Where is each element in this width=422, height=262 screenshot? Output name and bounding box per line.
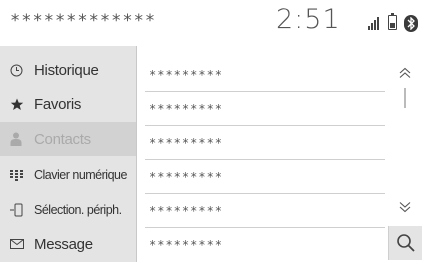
bluetooth-icon [404, 15, 418, 32]
scroll-column [388, 46, 422, 262]
star-icon [10, 98, 30, 111]
double-chevron-up-icon [399, 67, 411, 78]
sidebar-item-label: Favoris [34, 95, 82, 113]
sidebar-item-selection-peripherique[interactable]: Sélection. périph. [0, 193, 137, 227]
search-icon [396, 234, 415, 252]
sidebar-item-label: Message [34, 235, 93, 253]
clock: 2:51 [276, 4, 341, 35]
scrollbar-thumb[interactable] [404, 88, 406, 108]
envelope-icon [10, 239, 30, 249]
sidebar-item-label: Clavier numérique [34, 168, 127, 182]
scroll-down-button[interactable] [392, 194, 418, 220]
sidebar-item-label: Contacts [34, 130, 91, 148]
sidebar-item-historique[interactable]: Historique [0, 53, 137, 87]
sidebar: Historique Favoris Contacts Clavier numé… [0, 46, 137, 262]
sidebar-item-label: Sélection. périph. [34, 203, 122, 217]
status-header: ************* 2:51 [0, 0, 422, 46]
search-button[interactable] [388, 226, 422, 260]
contact-name: ********* [149, 67, 224, 82]
sidebar-item-contacts[interactable]: Contacts [0, 122, 137, 156]
contact-name: ********* [149, 169, 224, 184]
contact-list: ********* ********* ********* ********* … [137, 46, 385, 262]
keypad-icon [10, 169, 30, 181]
sidebar-item-clavier-numerique[interactable]: Clavier numérique [0, 158, 137, 192]
sidebar-item-message[interactable]: Message [0, 227, 137, 261]
scroll-up-button[interactable] [392, 60, 418, 86]
contact-name: ********* [149, 101, 224, 116]
double-chevron-down-icon [399, 202, 411, 213]
phone-screen: ************* 2:51 Historique Favoris Co… [0, 0, 422, 262]
list-item[interactable]: ********* [145, 126, 385, 160]
clock-icon [10, 64, 30, 77]
status-icons [362, 12, 422, 34]
sidebar-item-favoris[interactable]: Favoris [0, 87, 137, 121]
person-icon [10, 132, 30, 146]
list-item[interactable]: ********* [145, 160, 385, 194]
list-item[interactable]: ********* [145, 194, 385, 228]
device-icon [10, 203, 30, 217]
signal-strength-icon [368, 16, 384, 30]
list-item[interactable]: ********* [145, 228, 385, 262]
battery-icon [388, 12, 397, 30]
list-item[interactable]: ********* [145, 58, 385, 92]
contact-name: ********* [149, 135, 224, 150]
device-name: ************* [10, 11, 157, 31]
list-item[interactable]: ********* [145, 92, 385, 126]
sidebar-item-label: Historique [34, 61, 99, 79]
contact-name: ********* [149, 238, 224, 252]
contact-name: ********* [149, 203, 224, 218]
